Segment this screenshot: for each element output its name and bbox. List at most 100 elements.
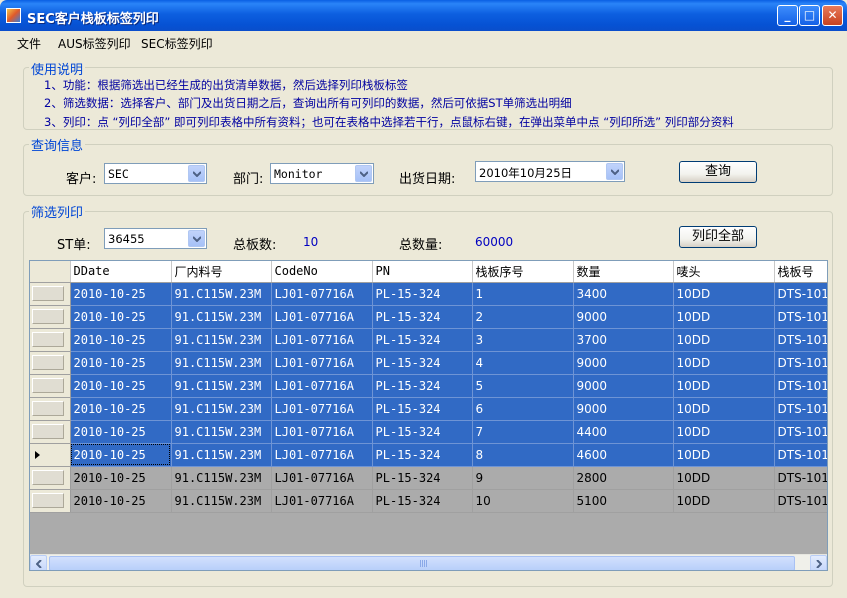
cell-mark[interactable]: 10DD (673, 374, 775, 398)
cell-part-no[interactable]: 91.C115W.23M (171, 443, 272, 467)
cell-mark[interactable]: 10DD (673, 305, 775, 329)
st-select[interactable]: 36455 (104, 228, 207, 249)
cell-pallet-no[interactable]: DTS-1010 (774, 328, 827, 352)
table-row[interactable]: 2010-10-25 91.C115W.23M LJ01-07716A PL-15-3… (30, 466, 827, 490)
column-header-codeno[interactable]: CodeNo (271, 261, 373, 283)
scrollbar-thumb[interactable] (49, 556, 795, 570)
cell-codeno[interactable]: LJ01-07716A (271, 397, 373, 421)
customer-select[interactable]: SEC (104, 163, 207, 184)
row-header[interactable] (30, 489, 71, 513)
cell-part-no[interactable]: 91.C115W.23M (171, 328, 272, 352)
cell-pn[interactable]: PL-15-324 (372, 397, 473, 421)
table-row[interactable]: 2010-10-25 91.C115W.23M LJ01-07716A PL-15-3… (30, 351, 827, 375)
cell-codeno[interactable]: LJ01-07716A (271, 466, 373, 490)
cell-mark[interactable]: 10DD (673, 443, 775, 467)
cell-part-no[interactable]: 91.C115W.23M (171, 305, 272, 329)
cell-pn[interactable]: PL-15-324 (372, 282, 473, 306)
row-header[interactable] (30, 420, 71, 444)
table-row[interactable]: 2010-10-25 91.C115W.23M LJ01-07716A PL-15-3… (30, 489, 827, 513)
cell-codeno[interactable]: LJ01-07716A (271, 489, 373, 513)
cell-pallet-no[interactable]: DTS-1010 (774, 374, 827, 398)
cell-ddate[interactable]: 2010-10-25 (70, 351, 172, 375)
cell-codeno[interactable]: LJ01-07716A (271, 374, 373, 398)
column-header-qty[interactable]: 数量 (573, 261, 674, 283)
cell-codeno[interactable]: LJ01-07716A (271, 351, 373, 375)
cell-mark[interactable]: 10DD (673, 397, 775, 421)
cell-pallet-no[interactable]: DTS-1010 (774, 282, 827, 306)
cell-pn[interactable]: PL-15-324 (372, 489, 473, 513)
cell-ddate[interactable]: 2010-10-25 (70, 282, 172, 306)
cell-codeno[interactable]: LJ01-07716A (271, 328, 373, 352)
cell-qty[interactable]: 9000 (573, 374, 674, 398)
cell-pallet-seq[interactable]: 6 (472, 397, 574, 421)
scroll-left-icon[interactable] (30, 555, 47, 570)
cell-mark[interactable]: 10DD (673, 328, 775, 352)
table-row[interactable]: 2010-10-25 91.C115W.23M LJ01-07716A PL-15-3… (30, 443, 827, 467)
menu-sec-label-print[interactable]: SEC标签列印 (141, 35, 213, 52)
scroll-right-icon[interactable] (810, 555, 827, 570)
cell-pallet-seq[interactable]: 9 (472, 466, 574, 490)
row-header[interactable] (30, 374, 71, 398)
cell-pallet-seq[interactable]: 2 (472, 305, 574, 329)
cell-pallet-seq[interactable]: 10 (472, 489, 574, 513)
title-bar[interactable]: SEC客户栈板标签列印 _ □ ✕ (0, 0, 847, 31)
cell-part-no[interactable]: 91.C115W.23M (171, 351, 272, 375)
cell-ddate[interactable]: 2010-10-25 (70, 397, 172, 421)
cell-ddate[interactable]: 2010-10-25 (70, 466, 172, 490)
cell-codeno[interactable]: LJ01-07716A (271, 420, 373, 444)
cell-codeno[interactable]: LJ01-07716A (271, 305, 373, 329)
cell-pallet-no[interactable]: DTS-1010 (774, 305, 827, 329)
cell-ddate[interactable]: 2010-10-25 (70, 305, 172, 329)
row-header[interactable] (30, 466, 71, 490)
column-header-pallet-seq[interactable]: 栈板序号 (472, 261, 574, 283)
print-all-button[interactable]: 列印全部 (679, 226, 757, 248)
row-header[interactable] (30, 328, 71, 352)
cell-qty[interactable]: 9000 (573, 351, 674, 375)
cell-pn[interactable]: PL-15-324 (372, 420, 473, 444)
table-row[interactable]: 2010-10-25 91.C115W.23M LJ01-07716A PL-15-3… (30, 282, 827, 306)
pallet-data-grid[interactable]: DDate 厂内料号 CodeNo PN 栈板序号 数量 唛头 栈板号 2010… (29, 260, 828, 571)
cell-part-no[interactable]: 91.C115W.23M (171, 466, 272, 490)
row-header[interactable] (30, 282, 71, 306)
cell-qty[interactable]: 2800 (573, 466, 674, 490)
cell-pn[interactable]: PL-15-324 (372, 305, 473, 329)
cell-ddate[interactable]: 2010-10-25 (70, 374, 172, 398)
column-header-mark[interactable]: 唛头 (673, 261, 775, 283)
query-button[interactable]: 查询 (679, 161, 757, 183)
cell-qty[interactable]: 3700 (573, 328, 674, 352)
cell-pallet-seq[interactable]: 7 (472, 420, 574, 444)
cell-mark[interactable]: 10DD (673, 489, 775, 513)
cell-qty[interactable]: 4400 (573, 420, 674, 444)
column-header-pn[interactable]: PN (372, 261, 473, 283)
cell-pn[interactable]: PL-15-324 (372, 443, 473, 467)
minimize-button[interactable]: _ (777, 5, 798, 26)
cell-ddate[interactable]: 2010-10-25 (70, 489, 172, 513)
cell-pn[interactable]: PL-15-324 (372, 374, 473, 398)
row-header[interactable] (30, 443, 71, 467)
cell-ddate[interactable]: 2010-10-25 (70, 420, 172, 444)
cell-qty[interactable]: 9000 (573, 305, 674, 329)
column-header-pallet-no[interactable]: 栈板号 (774, 261, 827, 283)
dropdown-arrow-icon[interactable] (188, 230, 205, 247)
cell-qty[interactable]: 4600 (573, 443, 674, 467)
cell-pallet-seq[interactable]: 5 (472, 374, 574, 398)
cell-ddate[interactable]: 2010-10-25 (70, 328, 172, 352)
cell-part-no[interactable]: 91.C115W.23M (171, 420, 272, 444)
cell-pallet-seq[interactable]: 4 (472, 351, 574, 375)
cell-part-no[interactable]: 91.C115W.23M (171, 489, 272, 513)
cell-part-no[interactable]: 91.C115W.23M (171, 374, 272, 398)
cell-qty[interactable]: 5100 (573, 489, 674, 513)
row-header[interactable] (30, 305, 71, 329)
dropdown-arrow-icon[interactable] (355, 165, 372, 182)
row-header[interactable] (30, 351, 71, 375)
horizontal-scrollbar[interactable] (30, 554, 827, 570)
cell-qty[interactable]: 3400 (573, 282, 674, 306)
table-row[interactable]: 2010-10-25 91.C115W.23M LJ01-07716A PL-15-3… (30, 420, 827, 444)
table-row[interactable]: 2010-10-25 91.C115W.23M LJ01-07716A PL-15-3… (30, 328, 827, 352)
table-row[interactable]: 2010-10-25 91.C115W.23M LJ01-07716A PL-15-3… (30, 374, 827, 398)
cell-ddate[interactable]: 2010-10-25 (70, 443, 172, 467)
menu-file[interactable]: 文件 (17, 35, 41, 52)
cell-part-no[interactable]: 91.C115W.23M (171, 282, 272, 306)
table-row[interactable]: 2010-10-25 91.C115W.23M LJ01-07716A PL-15-3… (30, 397, 827, 421)
row-header[interactable] (30, 397, 71, 421)
